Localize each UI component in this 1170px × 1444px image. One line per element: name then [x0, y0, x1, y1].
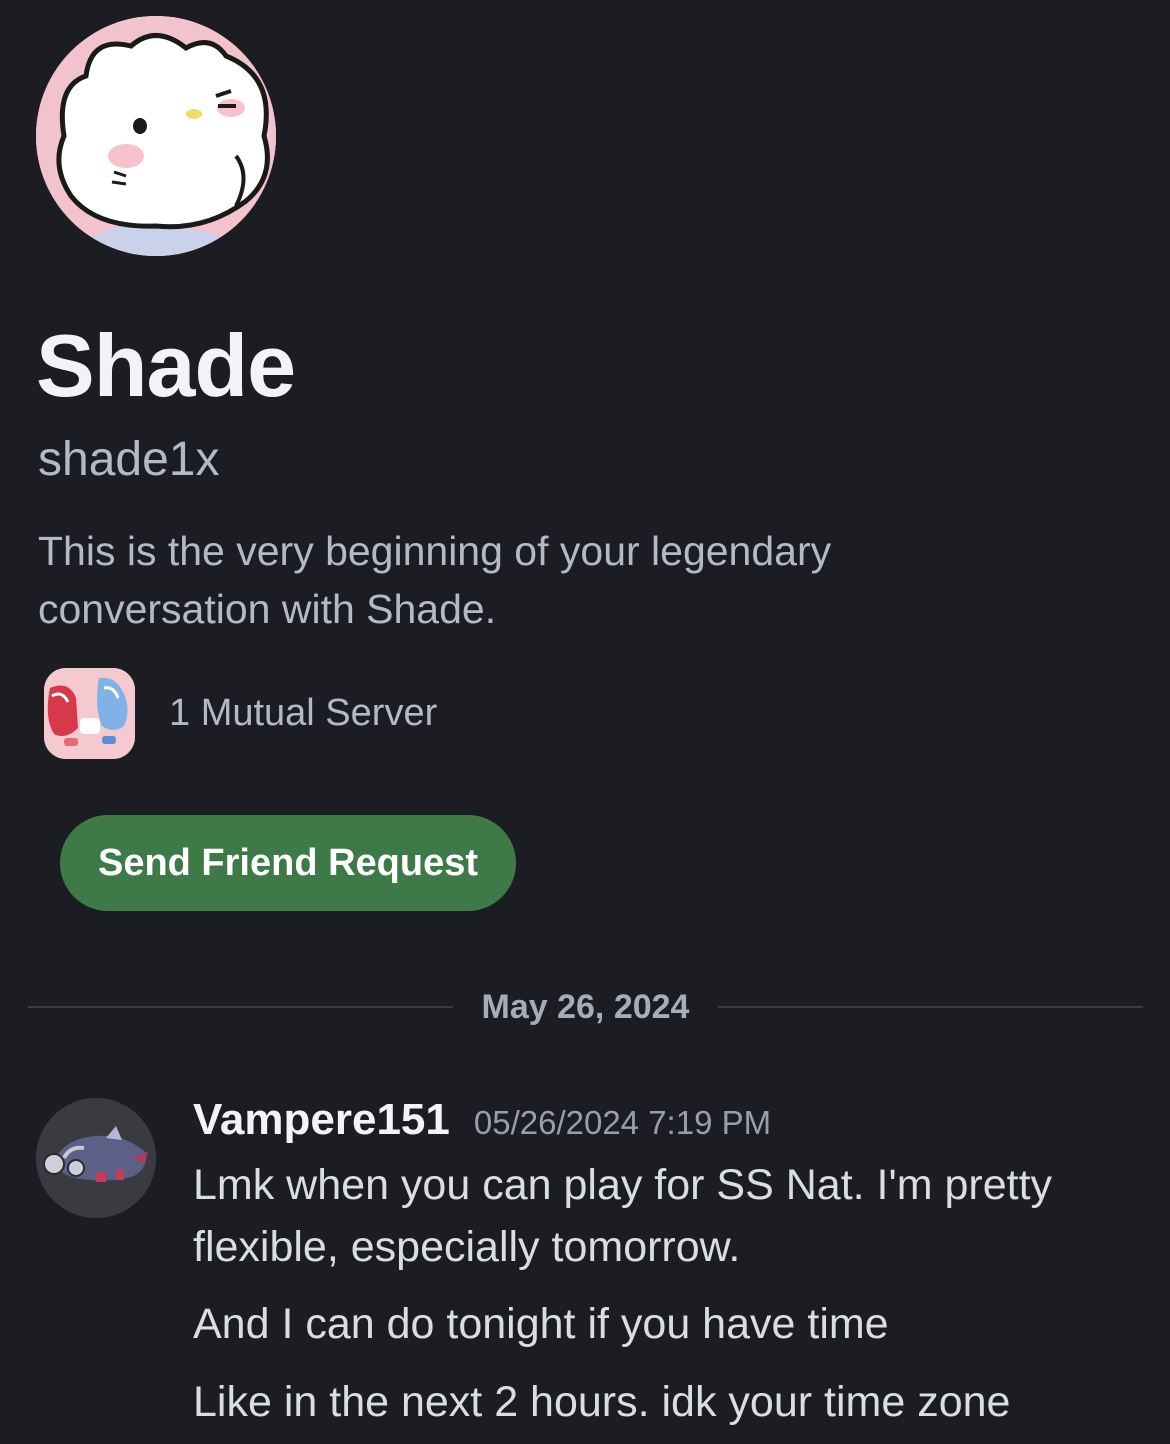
message-author-avatar[interactable]: [36, 1098, 156, 1218]
cat-avatar-icon: [36, 16, 276, 256]
message-author-name[interactable]: Vampere151: [193, 1090, 450, 1150]
divider-line: [718, 1006, 1143, 1008]
profile-display-name: Shade: [36, 316, 296, 415]
message-header: Vampere151 05/26/2024 7:19 PM: [193, 1090, 771, 1150]
date-divider-label: May 26, 2024: [481, 988, 690, 1026]
message-text-line: flexible, especially tomorrow.: [193, 1223, 741, 1271]
date-divider: May 26, 2024: [28, 984, 1143, 1030]
profile-username: shade1x: [38, 433, 220, 486]
server-icon: [44, 667, 135, 759]
send-friend-request-button[interactable]: Send Friend Request: [60, 815, 516, 911]
mutual-servers-label: 1 Mutual Server: [169, 691, 438, 734]
message-timestamp: 05/26/2024 7:19 PM: [473, 1104, 772, 1141]
conversation-intro-text: This is the very beginning of your legen…: [38, 528, 832, 632]
message-text-line: Lmk when you can play for SS Nat. I'm pr…: [193, 1161, 1053, 1209]
pokemon-server-icon: [44, 667, 135, 759]
message-text-line: Like in the next 2 hours. idk your time …: [193, 1378, 1011, 1426]
message-text-line: And I can do tonight if you have time: [193, 1300, 889, 1348]
divider-line: [28, 1006, 453, 1008]
mutual-servers-row[interactable]: 1 Mutual Server: [44, 667, 437, 759]
pokemon-sprite-avatar-icon: [36, 1098, 156, 1218]
profile-avatar[interactable]: [36, 16, 276, 256]
